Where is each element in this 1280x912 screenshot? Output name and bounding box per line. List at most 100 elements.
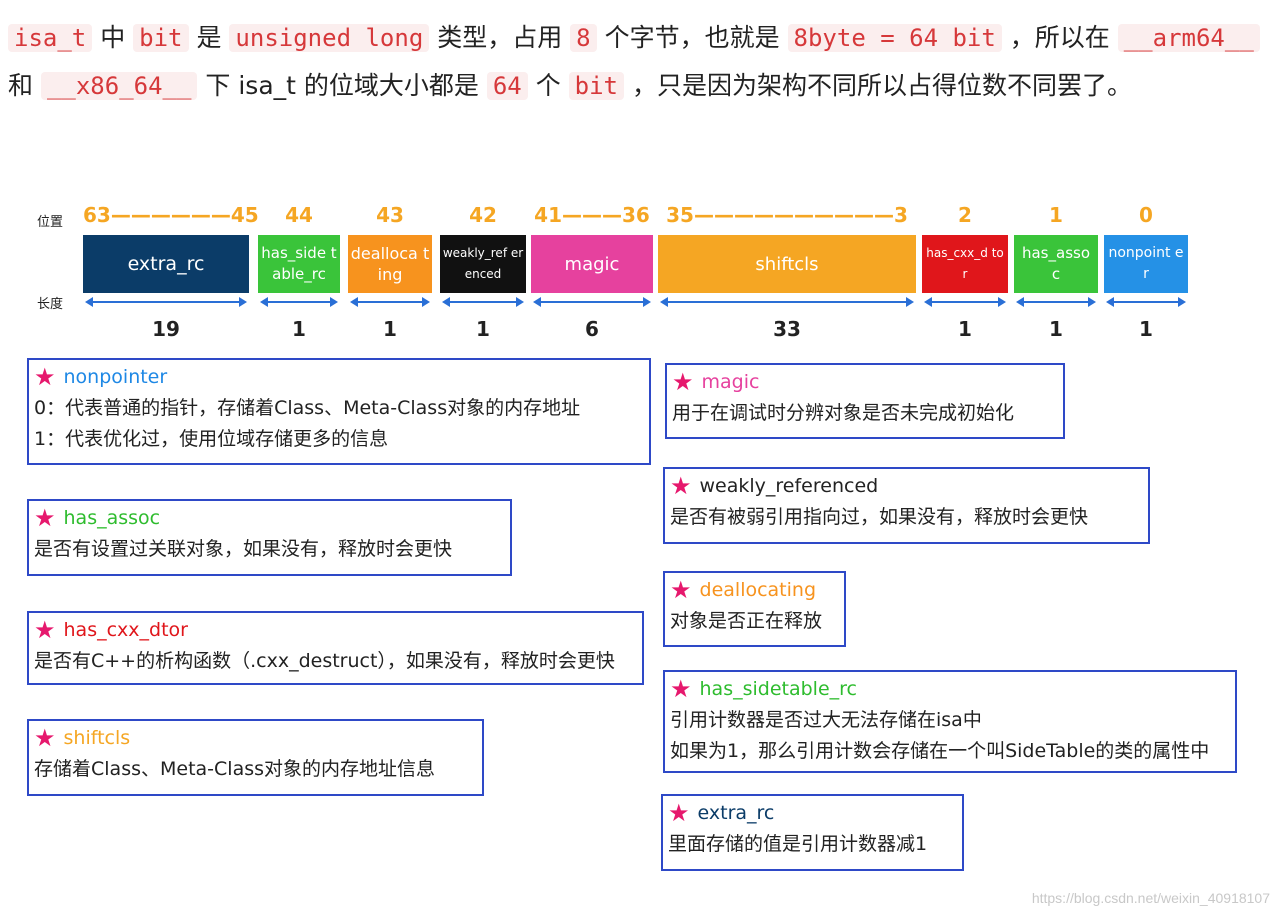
bitfield-block: dealloca ting [348,235,432,293]
intro-paragraph: isa_t 中 bit 是 unsigned long 类型，占用 8 个字节，… [8,14,1268,110]
note-title: weakly_referenced [699,475,879,497]
star-icon: ★ [670,675,692,703]
bit-length-value: 1 [958,317,972,341]
watermark: https://blog.csdn.net/weixin_40918107 [1031,890,1270,906]
star-icon: ★ [670,576,692,604]
position-label: 位置 [37,215,64,230]
note-title: has_assoc [63,507,161,529]
bit-position-label: 63——————45 [83,203,259,227]
length-arrow [350,297,430,307]
star-icon: ★ [668,799,690,827]
note-box: ★ magic 用于在调试时分辨对象是否未完成初始化 [665,363,1065,439]
note-title: nonpointer [63,366,168,388]
bit-length-value: 19 [152,317,180,341]
bitfield-block: shiftcls [658,235,916,293]
intro-text: 个 [527,71,569,100]
note-line: 1：代表优化过，使用位域存储更多的信息 [34,428,389,450]
note-line: 是否有被弱引用指向过，如果没有，释放时会更快 [670,506,1089,528]
inline-code: 8 [570,24,597,52]
inline-code: isa_t [8,24,93,52]
bitfield-block: nonpoint er [1104,235,1188,293]
note-line: 是否有C++的析构函数（.cxx_destruct），如果没有，释放时会更快 [34,650,615,672]
bit-length-value: 1 [476,317,490,341]
length-arrow [260,297,338,307]
bitfield-block: has_cxx_d tor [922,235,1008,293]
intro-text: 中 [92,23,134,52]
bitfield-block: extra_rc [83,235,249,293]
length-arrow [442,297,524,307]
intro-text: ，只是因为架构不同所以占得位数不同罢了。 [624,71,1132,100]
bit-length-value: 33 [773,317,801,341]
bitfield-block: has_asso c [1014,235,1098,293]
note-line: 用于在调试时分辨对象是否未完成初始化 [672,402,1015,424]
note-box: ★ weakly_referenced 是否有被弱引用指向过，如果没有，释放时会更快 [663,467,1150,544]
note-title-row: ★ magic [672,367,1058,398]
note-line: 引用计数器是否过大无法存储在isa中 [670,709,982,731]
bit-position-label: 35——————————3 [666,203,908,227]
note-box: ★ nonpointer 0：代表普通的指针，存储着Class、Meta-Class… [27,358,651,465]
bit-position-label: 44 [285,203,313,227]
note-title: shiftcls [63,727,131,749]
bit-length-value: 6 [585,317,599,341]
note-line: 0：代表普通的指针，存储着Class、Meta-Class对象的内存地址 [34,397,581,419]
bit-length-value: 1 [383,317,397,341]
star-icon: ★ [672,368,694,396]
length-arrow [533,297,651,307]
note-title-row: ★ weakly_referenced [670,471,1143,502]
inline-code: 8byte = 64 bit [787,24,1002,52]
star-icon: ★ [670,472,692,500]
inline-code: __arm64__ [1117,24,1260,52]
star-icon: ★ [34,724,56,752]
note-box: ★ has_assoc 是否有设置过关联对象，如果没有，释放时会更快 [27,499,512,576]
note-title: magic [701,371,760,393]
note-title-row: ★ deallocating [670,575,839,606]
inline-code: bit [568,72,625,100]
intro-text: 和 [8,71,41,100]
length-arrow [1016,297,1096,307]
intro-text: 个字节，也就是 [596,23,788,52]
bit-position-label: 1 [1049,203,1063,227]
note-line: 对象是否正在释放 [670,610,823,632]
note-box: ★ has_cxx_dtor 是否有C++的析构函数（.cxx_destruct），… [27,611,644,685]
star-icon: ★ [34,504,56,532]
bitfield-block: has_side table_rc [258,235,340,293]
bitfield-block: weakly_ref erenced [440,235,526,293]
star-icon: ★ [34,363,56,391]
note-title: extra_rc [697,802,775,824]
note-title-row: ★ shiftcls [34,723,477,754]
bit-length-value: 1 [292,317,306,341]
note-line: 如果为1，那么引用计数会存储在一个叫SideTable的类的属性中 [670,740,1210,762]
note-line: 里面存储的值是引用计数器减1 [668,833,928,855]
bit-length-value: 1 [1049,317,1063,341]
length-arrow [660,297,914,307]
star-icon: ★ [34,616,56,644]
note-line: 是否有设置过关联对象，如果没有，释放时会更快 [34,538,453,560]
bit-position-label: 43 [376,203,404,227]
note-box: ★ has_sidetable_rc 引用计数器是否过大无法存储在isa中如果为1，… [663,670,1237,773]
note-line: 存储着Class、Meta-Class对象的内存地址信息 [34,758,436,780]
note-box: ★ extra_rc 里面存储的值是引用计数器减1 [661,794,964,871]
length-arrow [1106,297,1186,307]
bit-position-label: 2 [958,203,972,227]
note-box: ★ shiftcls 存储着Class、Meta-Class对象的内存地址信息 [27,719,484,796]
note-title-row: ★ has_assoc [34,503,505,534]
inline-code: __x86_64__ [40,72,198,100]
note-title-row: ★ has_cxx_dtor [34,615,637,646]
inline-code: 64 [486,72,528,100]
bitfield-diagram: 位置 长度 63——————45 extra_rc 19 44 has_side tab… [0,195,1280,355]
note-title-row: ★ extra_rc [668,798,957,829]
length-arrow [85,297,247,307]
note-title-row: ★ has_sidetable_rc [670,674,1230,705]
note-title: deallocating [699,579,817,601]
bit-length-value: 1 [1139,317,1153,341]
intro-text: 是 [188,23,230,52]
note-box: ★ deallocating 对象是否正在释放 [663,571,846,647]
intro-text: 下 isa_t 的位域大小都是 [197,71,487,100]
length-arrow [924,297,1006,307]
note-title: has_cxx_dtor [63,619,188,641]
bit-position-label: 42 [469,203,497,227]
intro-text: 类型，占用 [429,23,571,52]
inline-code: unsigned long [229,24,430,52]
inline-code: bit [133,24,189,52]
length-label: 长度 [37,297,64,312]
